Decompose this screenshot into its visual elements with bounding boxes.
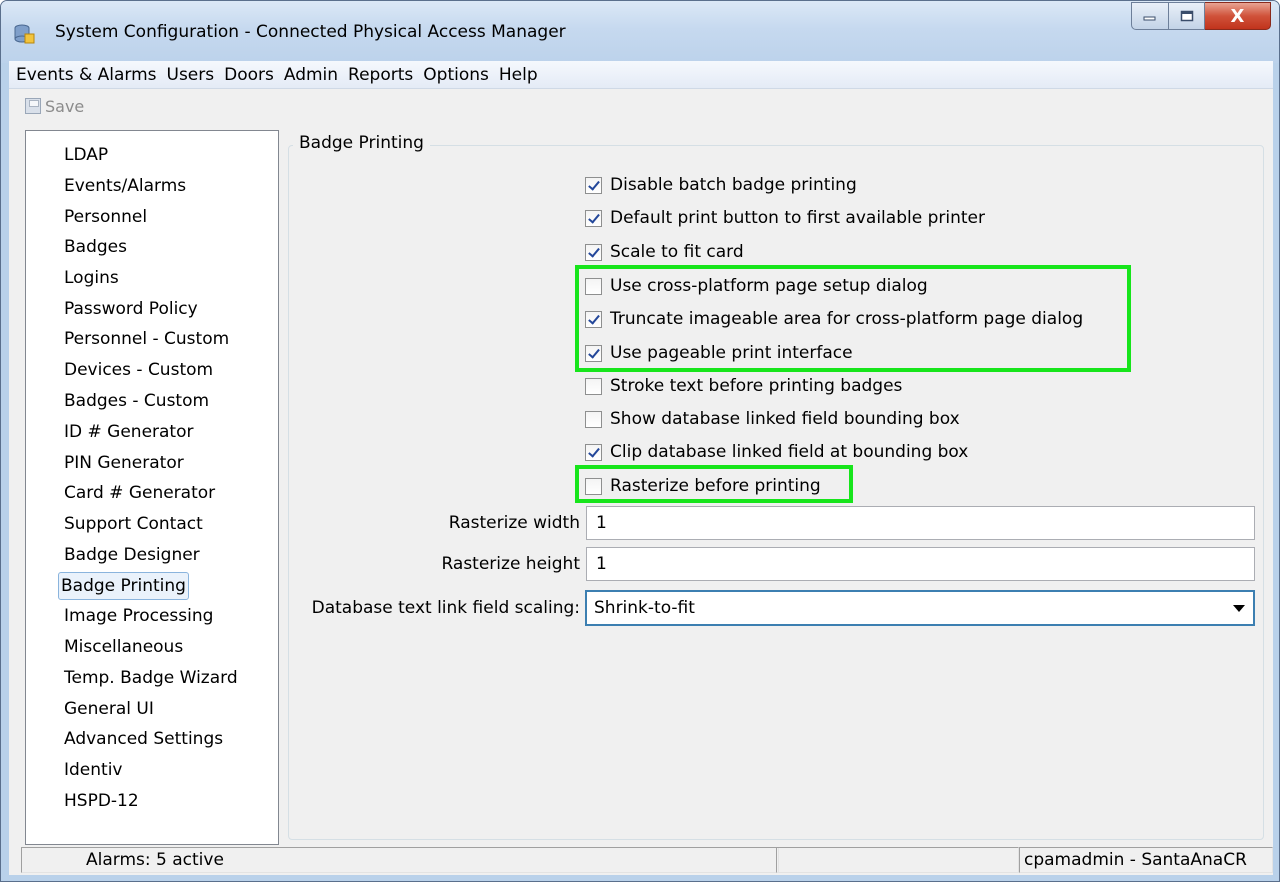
checkbox-label: Stroke text before printing badges bbox=[610, 376, 903, 396]
save-label: Save bbox=[45, 96, 85, 116]
checkbox-unchecked[interactable] bbox=[585, 410, 602, 428]
menu-admin[interactable]: Admin bbox=[279, 65, 343, 85]
sidebar-item-personnel-custom[interactable]: Personnel - Custom bbox=[62, 325, 231, 353]
rasterize-width-label: Rasterize width bbox=[448, 513, 580, 533]
checkbox-unchecked[interactable] bbox=[585, 377, 602, 395]
menu-events-alarms[interactable]: Events & Alarms bbox=[11, 65, 162, 85]
sidebar-item-advanced-settings[interactable]: Advanced Settings bbox=[62, 725, 225, 753]
checkbox-label: Show database linked field bounding box bbox=[610, 409, 960, 429]
sidebar-item-miscellaneous[interactable]: Miscellaneous bbox=[62, 633, 185, 661]
window-title: System Configuration - Connected Physica… bbox=[55, 22, 566, 42]
sidebar-item-badge-designer[interactable]: Badge Designer bbox=[62, 541, 202, 569]
settings-category-list[interactable]: LDAP Events/Alarms Personnel Badges Logi… bbox=[25, 130, 279, 845]
title-bar[interactable]: System Configuration - Connected Physica… bbox=[1, 1, 1279, 63]
checkbox-label: Default print button to first available … bbox=[610, 208, 985, 228]
sidebar-item-card-generator[interactable]: Card # Generator bbox=[62, 479, 217, 507]
sidebar-item-ldap[interactable]: LDAP bbox=[62, 141, 110, 169]
rasterize-height-label: Rasterize height bbox=[441, 554, 580, 574]
sidebar-item-personnel[interactable]: Personnel bbox=[62, 203, 149, 231]
menu-reports[interactable]: Reports bbox=[343, 65, 418, 85]
database-app-icon bbox=[14, 24, 35, 44]
window-controls: X bbox=[1131, 2, 1271, 30]
checkbox-checked[interactable] bbox=[585, 243, 602, 261]
clip-linked-field-checkbox-row[interactable]: Clip database linked field at bounding b… bbox=[585, 438, 968, 466]
minimize-button[interactable] bbox=[1131, 2, 1169, 30]
highlight-box-print-options bbox=[575, 265, 1131, 372]
maximize-button[interactable] bbox=[1169, 2, 1205, 30]
show-bounding-box-checkbox-row[interactable]: Show database linked field bounding box bbox=[585, 405, 960, 433]
sidebar-item-badges[interactable]: Badges bbox=[62, 233, 129, 261]
checkbox-label: Clip database linked field at bounding b… bbox=[610, 442, 969, 462]
save-button[interactable]: Save bbox=[25, 97, 84, 116]
dropdown-arrow-icon bbox=[1233, 605, 1245, 612]
sidebar-item-identiv[interactable]: Identiv bbox=[62, 756, 125, 784]
checkbox-checked[interactable] bbox=[585, 443, 602, 461]
select-value: Shrink-to-fit bbox=[594, 598, 695, 618]
close-icon: X bbox=[1230, 5, 1245, 27]
sidebar-item-temp-badge-wizard[interactable]: Temp. Badge Wizard bbox=[62, 664, 240, 692]
disable-batch-checkbox-row[interactable]: Disable batch badge printing bbox=[585, 171, 857, 199]
sidebar-item-support-contact[interactable]: Support Contact bbox=[62, 510, 205, 538]
sidebar-item-general-ui[interactable]: General UI bbox=[62, 695, 156, 723]
sidebar-item-pin-generator[interactable]: PIN Generator bbox=[62, 449, 186, 477]
checkbox-checked[interactable] bbox=[585, 176, 602, 194]
sidebar-item-devices-custom[interactable]: Devices - Custom bbox=[62, 356, 215, 384]
sidebar-item-id-generator[interactable]: ID # Generator bbox=[62, 418, 195, 446]
checkbox-checked[interactable] bbox=[585, 209, 602, 227]
rasterize-height-input[interactable] bbox=[586, 547, 1255, 581]
rasterize-width-input[interactable] bbox=[586, 506, 1255, 540]
menu-users[interactable]: Users bbox=[162, 65, 220, 85]
sidebar-item-hspd-12[interactable]: HSPD-12 bbox=[62, 787, 141, 815]
maximize-icon bbox=[1180, 10, 1193, 22]
menu-help[interactable]: Help bbox=[494, 65, 543, 85]
db-text-scaling-label: Database text link field scaling: bbox=[311, 598, 580, 618]
close-button[interactable]: X bbox=[1205, 2, 1271, 30]
sidebar-item-image-processing[interactable]: Image Processing bbox=[62, 602, 215, 630]
db-text-scaling-select[interactable]: Shrink-to-fit bbox=[585, 590, 1255, 626]
sidebar-item-badge-printing[interactable]: Badge Printing bbox=[58, 572, 189, 600]
status-bar: Alarms: 5 active cpamadmin - SantaAnaCR bbox=[9, 845, 1273, 875]
toolbar: Save bbox=[9, 89, 1273, 123]
scale-to-fit-checkbox-row[interactable]: Scale to fit card bbox=[585, 238, 744, 266]
main-content: LDAP Events/Alarms Personnel Badges Logi… bbox=[9, 123, 1273, 845]
panel-title: Badge Printing bbox=[293, 133, 430, 153]
sidebar-item-password-policy[interactable]: Password Policy bbox=[62, 295, 200, 323]
menu-options[interactable]: Options bbox=[418, 65, 494, 85]
default-print-button-checkbox-row[interactable]: Default print button to first available … bbox=[585, 204, 985, 232]
stroke-text-checkbox-row[interactable]: Stroke text before printing badges bbox=[585, 372, 902, 400]
status-alarms[interactable]: Alarms: 5 active bbox=[21, 847, 779, 873]
sidebar-item-logins[interactable]: Logins bbox=[62, 264, 121, 292]
minimize-icon bbox=[1143, 16, 1156, 21]
highlight-box-rasterize bbox=[575, 465, 853, 503]
menu-doors[interactable]: Doors bbox=[219, 65, 279, 85]
checkbox-label: Scale to fit card bbox=[610, 242, 744, 262]
status-user: cpamadmin - SantaAnaCR bbox=[1019, 847, 1273, 873]
checkbox-label: Disable batch badge printing bbox=[610, 175, 857, 195]
sidebar-item-badges-custom[interactable]: Badges - Custom bbox=[62, 387, 211, 415]
sidebar-item-events-alarms[interactable]: Events/Alarms bbox=[62, 172, 188, 200]
menu-bar: Events & Alarms Users Doors Admin Report… bbox=[9, 61, 1273, 89]
app-window: System Configuration - Connected Physica… bbox=[0, 0, 1280, 882]
status-middle bbox=[776, 847, 1019, 873]
floppy-disk-icon bbox=[25, 98, 41, 114]
